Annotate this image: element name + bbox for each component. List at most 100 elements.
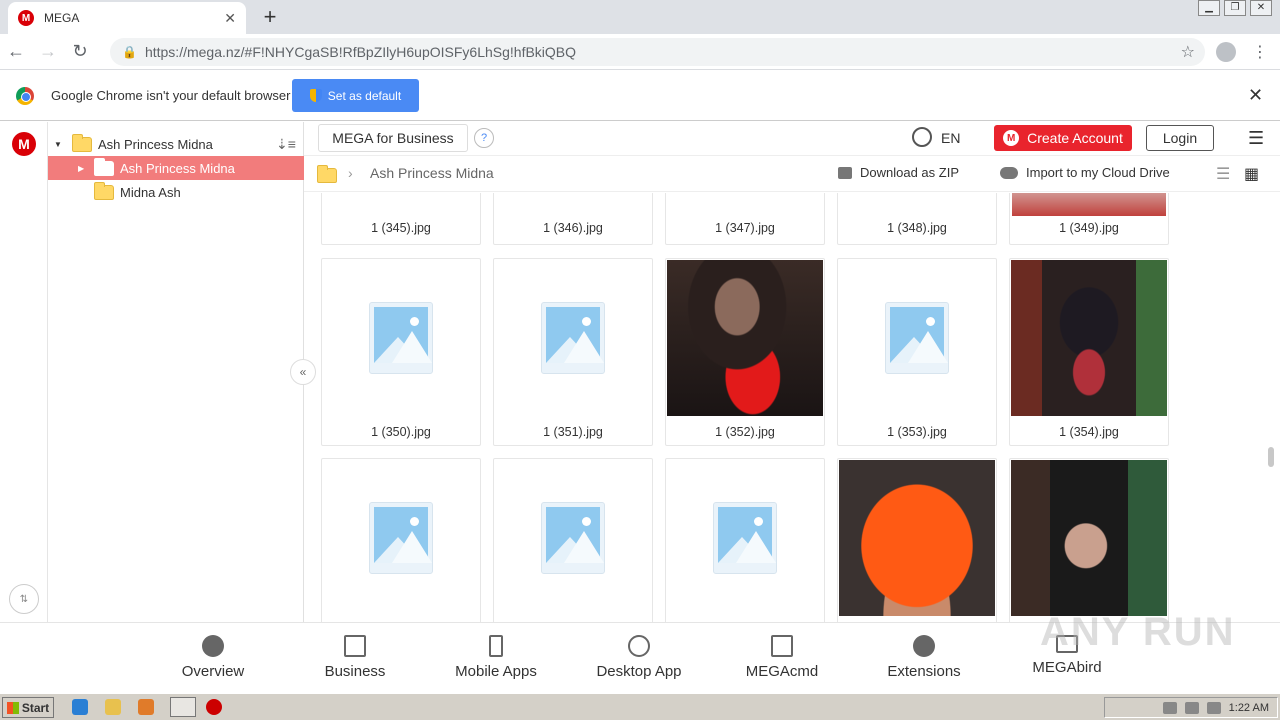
start-button[interactable]: Start [2,697,54,718]
tree-item-selected[interactable]: ▶ Ash Princess Midna [48,156,304,180]
file-card[interactable]: 1 (351).jpg [493,258,653,446]
chrome-taskbar-button[interactable] [170,697,196,717]
footer-megacmd[interactable]: MEGAcmd [722,635,842,680]
sort-icon[interactable]: ⇣≡ [276,136,296,153]
file-card[interactable]: 1 (347).jpg [665,193,825,245]
download-zip-button[interactable]: Download as ZIP [838,165,959,180]
image-placeholder-icon [369,502,433,574]
file-card[interactable]: 1 (349).jpg [1009,193,1169,245]
image-placeholder [495,260,651,416]
file-card[interactable]: 1 (348).jpg [837,193,997,245]
breadcrumb[interactable]: Ash Princess Midna [370,165,494,181]
footer-label: Mobile Apps [455,663,537,680]
reload-button[interactable]: ↻ [64,41,96,62]
footer-desktop-app[interactable]: Desktop App [579,635,699,680]
file-card[interactable]: 1 (352).jpg [665,258,825,446]
list-view-icon[interactable]: ☰ [1216,164,1230,184]
tree-item-label: Ash Princess Midna [120,160,235,176]
footer-business[interactable]: Business [295,635,415,680]
url-text[interactable]: https://mega.nz/#F!NHYCgaSB!RfBpZIlyH6up… [145,44,576,60]
vertical-scrollbar[interactable] [1268,447,1274,467]
file-card[interactable] [665,458,825,622]
photo-thumbnail [1011,460,1167,616]
anyrun-watermark: ANY RUN [1040,610,1236,654]
file-card[interactable]: 1 (346).jpg [493,193,653,245]
window-controls: ▁ ❐ ✕ [1198,0,1272,16]
tree-item-midna-ash[interactable]: Midna Ash [48,180,304,204]
transfers-icon[interactable]: ⇅ [9,584,39,614]
tab-title: MEGA [44,11,80,25]
footer-extensions[interactable]: Extensions [864,635,984,680]
tree-item-label: Midna Ash [120,184,181,200]
mega-logo-icon[interactable]: M [12,132,36,156]
file-card[interactable]: 1 (345).jpg [321,193,481,245]
file-card[interactable]: 1 (353).jpg [837,258,997,446]
login-button[interactable]: Login [1146,125,1214,151]
mega-business-button[interactable]: MEGA for Business [318,124,468,152]
explorer-icon[interactable] [105,699,121,715]
image-placeholder [323,260,479,416]
restore-icon[interactable]: ❐ [1224,0,1246,16]
browser-tab[interactable]: M MEGA ✕ [8,2,246,34]
forward-button[interactable]: → [32,41,64,62]
stop-icon[interactable] [206,699,222,715]
hamburger-menu-icon[interactable]: ☰ [1248,128,1264,149]
chrome-logo-icon [16,87,34,105]
set-default-button[interactable]: Set as default [292,79,419,112]
expand-caret-icon[interactable]: ▼ [54,140,64,149]
file-card[interactable] [1009,458,1169,622]
footer-label: MEGAcmd [745,663,819,680]
flag-icon[interactable] [1206,701,1221,714]
system-tray: 1:22 AM [1104,697,1278,718]
browser-tabstrip: M MEGA ✕ + ▁ ❐ ✕ [0,0,1280,34]
mega-left-rail: M ⇅ [0,122,48,622]
close-window-icon[interactable]: ✕ [1250,0,1272,16]
back-button[interactable]: ← [0,41,32,62]
photo-image [667,260,823,416]
omnibox[interactable]: 🔒 https://mega.nz/#F!NHYCgaSB!RfBpZIlyH6… [110,38,1205,66]
image-placeholder-icon [885,302,949,374]
photo-thumbnail [1012,193,1166,216]
language-selector[interactable]: EN [941,130,960,146]
ie-icon[interactable] [72,699,88,715]
media-player-icon[interactable] [138,699,154,715]
collapsed-caret-icon[interactable]: ▶ [78,164,88,173]
new-tab-button[interactable]: + [258,4,282,30]
windows-taskbar: Start 1:22 AM [0,693,1280,720]
file-card[interactable] [837,458,997,622]
grid-view-icon[interactable]: ▦ [1244,164,1259,184]
collapse-panel-button[interactable]: « [290,359,316,385]
volume-icon[interactable] [1184,701,1199,714]
shield-icon [309,89,322,102]
folder-tree: ▼ Ash Princess Midna ⇣≡ ▶ Ash Princess M… [48,122,304,622]
photo-thumbnail [667,260,823,416]
clock: 1:22 AM [1228,701,1269,714]
file-card[interactable]: 1 (350).jpg [321,258,481,446]
tree-item-root[interactable]: ▼ Ash Princess Midna [48,132,304,156]
start-label: Start [21,700,50,715]
infobar-close-icon[interactable]: ✕ [1248,85,1263,106]
import-cloud-button[interactable]: Import to my Cloud Drive [1000,165,1170,180]
bookmark-star-icon[interactable]: ☆ [1181,42,1195,62]
mega-small-logo-icon: M [1003,130,1020,146]
file-card[interactable] [321,458,481,622]
chrome-menu-icon[interactable]: ⋮ [1252,42,1268,62]
address-bar-row: ← → ↻ 🔒 https://mega.nz/#F!NHYCgaSB!RfBp… [0,34,1280,70]
file-name: 1 (349).jpg [1059,221,1119,235]
photo-thumbnail [839,460,995,616]
file-card[interactable]: 1 (354).jpg [1009,258,1169,446]
footer-mobile-apps[interactable]: Mobile Apps [436,635,556,680]
tab-close-icon[interactable]: ✕ [224,10,236,27]
network-icon[interactable] [1162,701,1177,714]
image-placeholder-icon [541,302,605,374]
help-icon[interactable]: ? [474,128,494,148]
globe-icon[interactable] [912,127,932,147]
mega-topbar: MEGA for Business ? EN M Create Account … [304,122,1280,156]
file-card[interactable] [493,458,653,622]
create-account-button[interactable]: M Create Account [994,125,1132,151]
footer-overview[interactable]: Overview [153,635,273,680]
image-placeholder-icon [541,502,605,574]
profile-avatar[interactable] [1216,42,1236,62]
footer-label: Business [324,663,386,680]
minimize-icon[interactable]: ▁ [1198,0,1220,16]
